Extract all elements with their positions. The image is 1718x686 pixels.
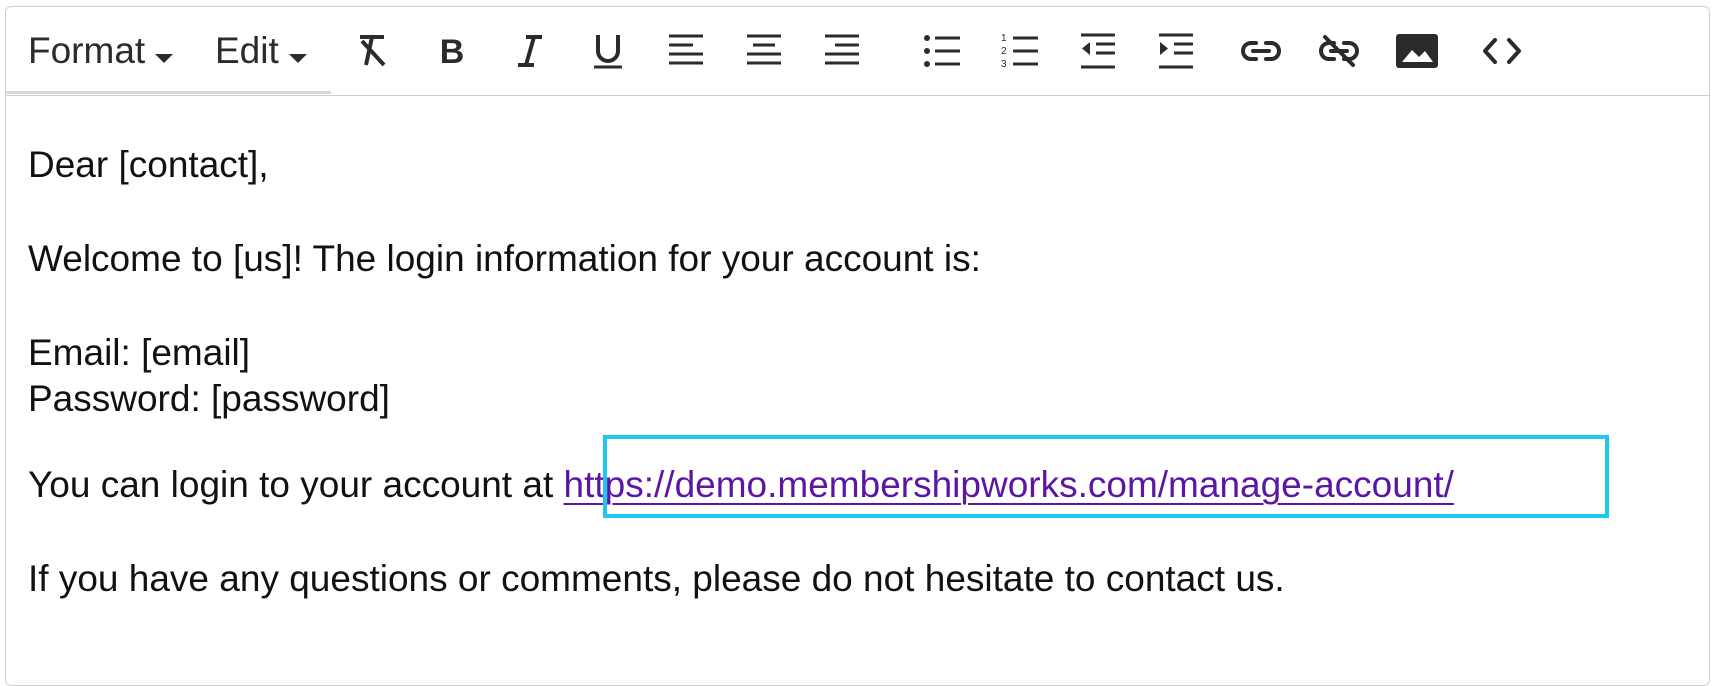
link-icon bbox=[1241, 41, 1281, 61]
format-menu-button[interactable]: Format bbox=[28, 7, 174, 95]
edit-menu-label: Edit bbox=[215, 30, 279, 71]
bold-button[interactable]: B bbox=[422, 21, 482, 81]
align-right-button[interactable] bbox=[812, 21, 872, 81]
chevron-down-icon bbox=[288, 53, 307, 63]
manage-account-link[interactable]: https://demo.membershipworks.com/manage-… bbox=[564, 464, 1454, 505]
greeting-text: Dear [contact], bbox=[28, 144, 269, 185]
align-left-icon bbox=[669, 34, 703, 65]
italic-button[interactable] bbox=[500, 21, 560, 81]
login-prefix-text: You can login to your account at bbox=[28, 464, 564, 505]
chevron-down-icon bbox=[155, 53, 174, 63]
password-text: Password: [password] bbox=[28, 378, 390, 419]
align-left-button[interactable] bbox=[656, 21, 716, 81]
clear-format-icon bbox=[360, 35, 386, 67]
clear-formatting-button[interactable] bbox=[344, 21, 404, 81]
edit-menu-button[interactable]: Edit bbox=[215, 7, 307, 95]
editor-toolbar: Format Edit B 1 2 3 bbox=[6, 7, 1709, 96]
insert-link-button[interactable] bbox=[1231, 21, 1291, 81]
bullet-list-button[interactable] bbox=[912, 21, 972, 81]
menu-divider bbox=[6, 91, 331, 94]
email-text: Email: [email] bbox=[28, 332, 251, 373]
svg-text:2: 2 bbox=[1001, 46, 1007, 57]
indent-button[interactable] bbox=[1146, 21, 1206, 81]
remove-link-button[interactable] bbox=[1309, 21, 1369, 81]
italic-icon bbox=[518, 35, 542, 67]
source-code-button[interactable] bbox=[1472, 21, 1532, 81]
outdent-icon bbox=[1081, 33, 1115, 69]
align-center-button[interactable] bbox=[734, 21, 794, 81]
numbered-list-icon: 1 2 3 bbox=[1001, 33, 1038, 70]
align-center-icon bbox=[747, 34, 781, 65]
unlink-icon bbox=[1319, 35, 1359, 67]
svg-text:3: 3 bbox=[1001, 59, 1007, 70]
format-menu-label: Format bbox=[28, 30, 146, 71]
insert-image-button[interactable] bbox=[1387, 21, 1447, 81]
code-icon bbox=[1483, 38, 1521, 64]
numbered-list-button[interactable]: 1 2 3 bbox=[990, 21, 1050, 81]
welcome-text: Welcome to [us]! The login information f… bbox=[28, 238, 981, 279]
bold-icon: B bbox=[440, 33, 465, 71]
underline-icon bbox=[594, 35, 622, 69]
login-sentence: You can login to your account at https:/… bbox=[28, 463, 1454, 507]
outdent-button[interactable] bbox=[1068, 21, 1128, 81]
image-icon bbox=[1396, 34, 1438, 68]
indent-icon bbox=[1159, 33, 1193, 69]
svg-text:1: 1 bbox=[1001, 33, 1007, 44]
underline-button[interactable] bbox=[578, 21, 638, 81]
bullet-list-icon bbox=[924, 35, 960, 67]
align-right-icon bbox=[825, 34, 859, 65]
svg-text:B: B bbox=[440, 33, 465, 71]
closing-text: If you have any questions or comments, p… bbox=[28, 558, 1285, 599]
rich-text-editor: Format Edit B 1 2 3 Dear [contact], Welc… bbox=[5, 6, 1710, 686]
